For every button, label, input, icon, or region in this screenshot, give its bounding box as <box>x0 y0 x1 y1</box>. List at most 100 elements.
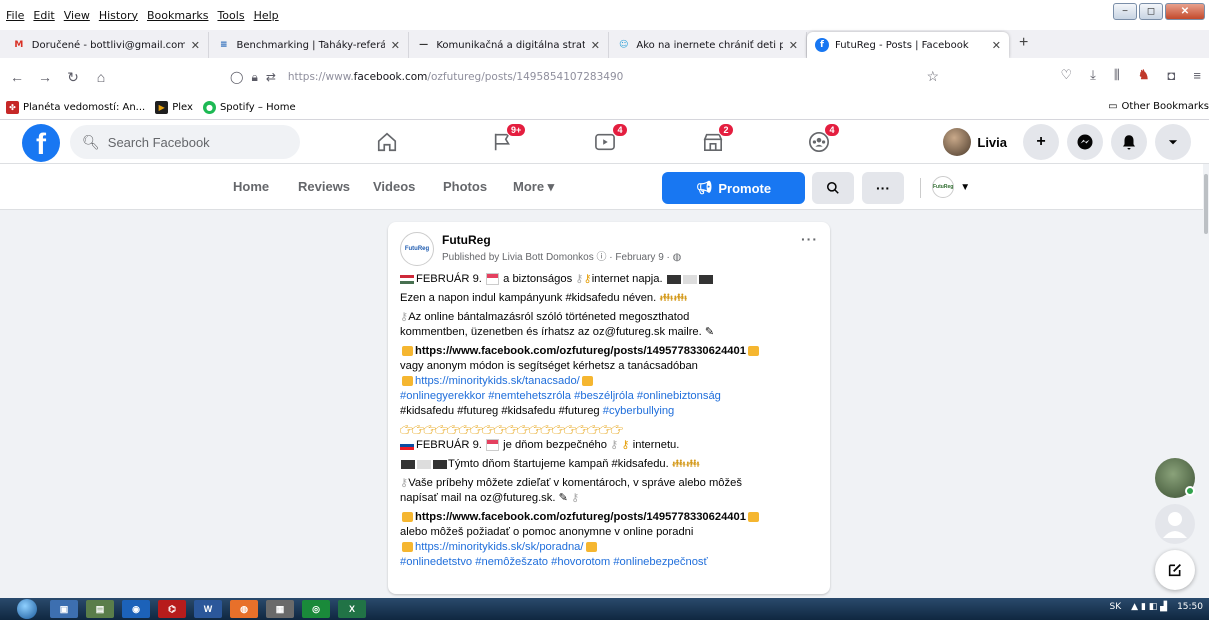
back-arrow-icon[interactable]: ← <box>6 69 28 85</box>
post-date[interactable]: February 9 <box>615 252 663 263</box>
post-link[interactable]: https://minoritykids.sk/tanacsado/ <box>415 375 580 387</box>
tab-gmail[interactable]: M Doručené - bottlivi@gmail.com ✕ <box>4 32 209 58</box>
home-icon[interactable]: ⌂ <box>90 69 112 85</box>
post-line: FEBRUÁR 9. je dňom bezpečného ⚷ ⚷ intern… <box>400 438 818 453</box>
close-tab-icon[interactable]: ✕ <box>789 39 798 52</box>
nav-home[interactable] <box>362 120 412 164</box>
hashtags[interactable]: #onlinedetstvo #nemôžešzato #hovorotom #… <box>400 555 818 570</box>
page-tab-photos[interactable]: Photos <box>443 179 487 194</box>
post-link[interactable]: https://www.facebook.com/ozfutureg/posts… <box>415 511 746 523</box>
post-link[interactable]: https://minoritykids.sk/sk/poradna/ <box>415 541 584 553</box>
menu-edit[interactable]: Edit <box>33 9 54 22</box>
tab-komunikacna[interactable]: — Komunikačná a digitálna straté ✕ <box>409 32 609 58</box>
other-bookmarks-label: Other Bookmarks <box>1121 101 1209 112</box>
default-avatar-icon <box>1163 512 1187 538</box>
nav-pages[interactable]: 9+ <box>478 120 528 164</box>
pocket-icon[interactable]: ♡ <box>1061 67 1073 83</box>
pdf-icon[interactable]: ⌬ <box>158 600 186 618</box>
forward-arrow-icon[interactable]: → <box>34 69 56 85</box>
page-search-button[interactable] <box>812 172 854 204</box>
hashtag-link[interactable]: #cyberbullying <box>603 405 675 417</box>
app-icon[interactable]: ▦ <box>266 600 294 618</box>
explorer-icon[interactable]: ▤ <box>86 600 114 618</box>
nav-marketplace[interactable]: 2 <box>688 120 738 164</box>
bookmark-spotify[interactable]: ● Spotify – Home <box>202 101 296 114</box>
addon-icon[interactable]: ♞ <box>1138 67 1150 83</box>
profile-button[interactable]: Livia <box>940 125 1015 159</box>
close-tab-icon[interactable]: ✕ <box>591 39 600 52</box>
tray-icons[interactable]: ▲ ▮ ◧ ▟ <box>1131 602 1167 612</box>
menu-history[interactable]: History <box>99 9 138 22</box>
page-tab-more[interactable]: More ▾ <box>513 179 554 195</box>
minimize-button[interactable]: − <box>1113 3 1137 20</box>
url-bar[interactable]: ◯ 🔒︎ ⇄ https://www. facebook.com/ozfuture… <box>230 65 950 89</box>
tab-futureg-facebook[interactable]: f FutuReg - Posts | Facebook ✕ <box>807 32 1009 58</box>
page-tab-home[interactable]: Home <box>233 179 269 194</box>
menu-bookmarks[interactable]: Bookmarks <box>147 9 208 22</box>
contact-avatar[interactable] <box>1155 458 1195 498</box>
computer-icon <box>682 274 697 284</box>
info-icon[interactable]: ⓘ <box>597 252 607 263</box>
permissions-icon[interactable]: ⇄ <box>266 70 276 85</box>
restore-button[interactable]: ◻ <box>1139 3 1163 20</box>
firefox-icon[interactable]: ◍ <box>230 600 258 618</box>
hamburger-menu-icon[interactable]: ≡ <box>1193 68 1201 83</box>
bookmark-planeta[interactable]: ✤ Planéta vedomostí: An... <box>6 101 145 114</box>
post-link[interactable]: https://www.facebook.com/ozfutureg/posts… <box>415 345 746 357</box>
menu-help[interactable]: Help <box>254 9 279 22</box>
post-options-button[interactable]: ··· <box>801 232 818 247</box>
close-tab-icon[interactable]: ✕ <box>191 39 200 52</box>
browser-icon[interactable]: ◉ <box>122 600 150 618</box>
bookmark-star-icon[interactable]: ☆ <box>926 68 939 85</box>
tab-ako-na-internete[interactable]: ☺ Ako na inernete chrániť deti pr ✕ <box>609 32 807 58</box>
facebook-logo-icon[interactable]: f <box>22 124 60 162</box>
tab-benchmarking[interactable]: ≡ Benchmarking | Ťaháky-referát ✕ <box>209 32 409 58</box>
create-button[interactable]: + <box>1023 124 1059 160</box>
start-button[interactable] <box>12 598 42 620</box>
menu-file[interactable]: File <box>6 9 24 22</box>
scrollbar[interactable] <box>1203 164 1209 594</box>
account-menu-icon[interactable] <box>1155 124 1191 160</box>
bookmark-plex[interactable]: ▶ Plex <box>155 101 193 114</box>
search-input[interactable]: 🔍︎ Search Facebook <box>70 125 300 159</box>
library-icon[interactable]: ⫼ <box>1114 67 1120 83</box>
menu-view[interactable]: View <box>64 9 90 22</box>
close-button[interactable]: ✕ <box>1165 3 1205 20</box>
nav-watch[interactable]: 4 <box>580 120 630 164</box>
reload-icon[interactable]: ↻ <box>62 69 84 86</box>
messenger-icon[interactable] <box>1067 124 1103 160</box>
promote-button[interactable]: 📢︎ Promote <box>662 172 805 204</box>
page-tab-reviews[interactable]: Reviews <box>298 179 350 194</box>
key-icon: ⚷ <box>583 273 592 285</box>
download-icon[interactable]: ⤓ <box>1090 67 1096 83</box>
page-switcher[interactable]: FutuReg ▼ <box>932 176 970 198</box>
close-tab-icon[interactable]: ✕ <box>992 39 1001 52</box>
nav-groups[interactable]: 4 <box>794 120 844 164</box>
new-message-button[interactable] <box>1155 550 1195 590</box>
lock-icon <box>402 346 413 357</box>
other-bookmarks[interactable]: ▭ Other Bookmarks <box>1108 101 1209 112</box>
page-name[interactable]: FutuReg <box>442 233 681 248</box>
scrollbar-thumb[interactable] <box>1204 174 1208 234</box>
excel-icon[interactable]: X <box>338 600 366 618</box>
close-tab-icon[interactable]: ✕ <box>391 39 400 52</box>
compose-icon <box>1168 564 1181 577</box>
clock[interactable]: 15:50 <box>1177 602 1203 612</box>
hashtags[interactable]: #onlinegyerekkor #nemtehetszróla #beszél… <box>400 389 818 404</box>
page-more-button[interactable]: ··· <box>862 172 904 204</box>
page-logo[interactable]: FutuReg <box>400 232 434 266</box>
post-line: https://minoritykids.sk/sk/poradna/ <box>400 540 818 555</box>
save-icon[interactable]: ▣ <box>50 600 78 618</box>
language-indicator[interactable]: SK <box>1110 602 1122 612</box>
new-tab-button[interactable]: + <box>1019 34 1028 52</box>
shield-icon[interactable]: ◯ <box>230 70 243 85</box>
page-tab-videos[interactable]: Videos <box>373 179 415 194</box>
menu-tools[interactable]: Tools <box>217 9 244 22</box>
word-icon[interactable]: W <box>194 600 222 618</box>
plex-icon: ▶ <box>155 101 169 114</box>
chrome-icon[interactable]: ◎ <box>302 600 330 618</box>
notifications-bell-icon[interactable] <box>1111 124 1147 160</box>
container-icon[interactable]: ◘ <box>1168 68 1176 83</box>
contact-avatar[interactable] <box>1155 504 1195 544</box>
lock-icon[interactable]: 🔒︎ <box>251 70 257 85</box>
